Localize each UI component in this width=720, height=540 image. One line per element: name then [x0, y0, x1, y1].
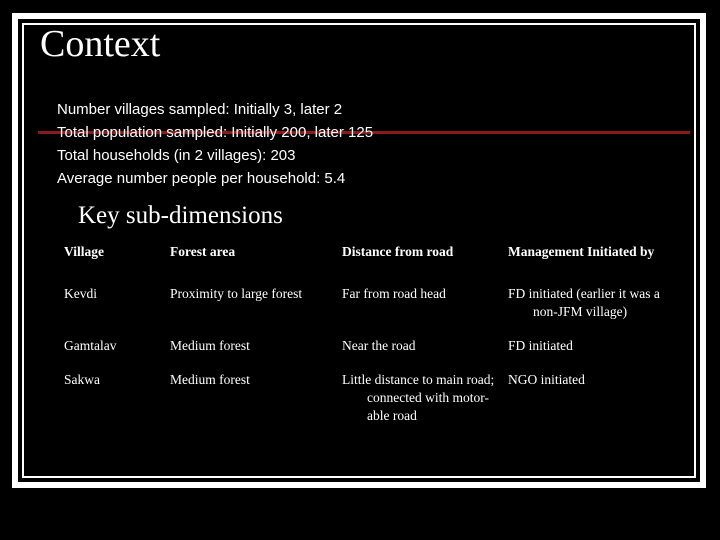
column-header-distance-from-road: Distance from road — [342, 244, 454, 259]
section-subheading: Key sub-dimensions — [78, 202, 283, 229]
cell-village: Kevdi — [64, 286, 97, 301]
cell-forest-area: Medium forest — [170, 338, 250, 353]
table-row: Sakwa Medium forest Little distance to m… — [64, 363, 684, 433]
context-line: Number villages sampled: Initially 3, la… — [57, 101, 343, 118]
cell-distance-from-road: Far from road head — [342, 286, 446, 301]
column-header-forest-area: Forest area — [170, 244, 236, 259]
cell-village: Gamtalav — [64, 338, 117, 353]
cell-village: Sakwa — [64, 372, 100, 387]
context-line: Average number people per household: 5.4 — [57, 170, 346, 187]
column-header-management-initiated-by: Management Initiated by — [508, 244, 655, 259]
cell-management-initiated-by: NGO initiated — [508, 372, 585, 387]
cell-management-initiated-by: FD initiated (earlier it was a non-JFM v… — [508, 286, 660, 319]
cell-management-initiated-by: FD initiated — [508, 338, 573, 353]
slide-title: Context — [40, 23, 161, 65]
context-list: Number villages sampled: Initially 3, la… — [57, 98, 657, 190]
cell-forest-area: Proximity to large forest — [170, 286, 303, 301]
cell-forest-area: Medium forest — [170, 372, 250, 387]
table-header-row: Village Forest area Distance from road M… — [64, 243, 684, 285]
slide-canvas: Context Number villages sampled: Initial… — [0, 0, 720, 540]
context-line: Total households (in 2 villages): 203 — [57, 147, 296, 164]
cell-distance-from-road: Little distance to main road; connected … — [342, 372, 495, 423]
column-header-village: Village — [64, 244, 104, 259]
table-row: Gamtalav Medium forest Near the road FD … — [64, 329, 684, 363]
key-sub-dimensions-table: Village Forest area Distance from road M… — [64, 243, 684, 433]
context-line: Total population sampled: Initially 200,… — [57, 124, 374, 141]
cell-distance-from-road: Near the road — [342, 338, 416, 353]
table-row: Kevdi Proximity to large forest Far from… — [64, 285, 684, 329]
